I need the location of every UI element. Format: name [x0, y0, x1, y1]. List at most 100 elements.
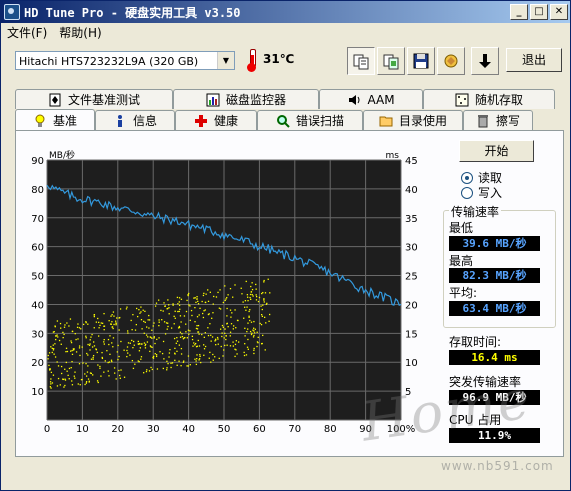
app-window: HD Tune Pro - 硬盘实用工具 v3.50 _ □ ✕ 文件(F) 帮…: [0, 0, 571, 491]
copy-text-button[interactable]: [347, 47, 375, 75]
tab-file-benchmark[interactable]: 文件基准测试: [15, 89, 173, 109]
access-point: [107, 370, 109, 372]
access-point: [198, 314, 200, 316]
write-radio[interactable]: 写入: [461, 184, 502, 201]
tab-erase[interactable]: 擦写: [463, 110, 533, 130]
access-point: [85, 321, 87, 323]
tab-disk-monitor[interactable]: 磁盘监控器: [173, 89, 319, 109]
access-point: [74, 333, 76, 335]
access-point: [233, 325, 235, 327]
access-point: [83, 323, 85, 326]
options-button[interactable]: [437, 47, 465, 75]
tab-aam[interactable]: AAM: [319, 89, 423, 109]
tab-info[interactable]: 信息: [95, 110, 175, 130]
access-point: [69, 318, 72, 320]
access-point: [66, 370, 68, 372]
access-point: [85, 337, 87, 339]
access-point: [179, 315, 182, 317]
access-point: [153, 322, 155, 324]
access-point: [229, 331, 232, 333]
access-point: [113, 323, 115, 326]
access-point: [103, 371, 105, 373]
access-point: [251, 282, 253, 284]
access-point: [140, 358, 142, 360]
maximize-icon[interactable]: □: [530, 4, 548, 20]
access-point: [219, 289, 221, 291]
start-button[interactable]: 开始: [459, 140, 534, 162]
access-point: [126, 346, 129, 348]
tab-random-access[interactable]: 随机存取: [423, 89, 555, 109]
access-point: [241, 293, 243, 295]
access-point: [234, 284, 236, 286]
access-point: [232, 345, 235, 347]
copy-image-button[interactable]: [377, 47, 405, 75]
arrow-down-icon: [479, 54, 491, 68]
access-point: [65, 350, 67, 353]
access-point: [189, 330, 191, 332]
access-point: [226, 322, 228, 325]
access-point: [245, 309, 247, 311]
access-point: [131, 339, 133, 342]
access-point: [49, 386, 52, 388]
access-point: [62, 378, 64, 380]
access-point: [188, 333, 190, 335]
access-point: [250, 285, 252, 288]
access-point: [91, 333, 93, 336]
chevron-down-icon[interactable]: ▼: [217, 52, 234, 69]
menu-file[interactable]: 文件(F): [7, 24, 47, 41]
access-point: [193, 342, 195, 344]
access-point: [95, 348, 97, 350]
access-point: [166, 369, 168, 371]
access-point: [185, 310, 188, 313]
access-point: [103, 329, 105, 331]
access-point: [176, 350, 178, 352]
access-point: [210, 361, 212, 363]
access-point: [142, 309, 144, 311]
access-point: [178, 310, 180, 313]
access-point: [207, 334, 210, 337]
tab-folder-usage[interactable]: 目录使用: [363, 110, 463, 130]
access-point: [63, 386, 65, 388]
close-icon[interactable]: ✕: [550, 4, 568, 20]
access-point: [118, 317, 120, 319]
access-point: [238, 341, 240, 343]
tab-benchmark[interactable]: 基准: [15, 109, 95, 131]
minimize-icon[interactable]: _: [510, 4, 528, 20]
access-point: [115, 320, 117, 322]
access-point: [262, 304, 264, 306]
access-point: [85, 375, 88, 377]
access-point: [151, 346, 153, 348]
access-point: [181, 335, 184, 338]
access-point: [195, 342, 197, 345]
access-point: [177, 303, 179, 305]
access-point: [52, 374, 55, 376]
menu-help[interactable]: 帮助(H): [59, 24, 101, 41]
access-point: [255, 299, 258, 301]
access-point: [59, 322, 62, 325]
save-button[interactable]: [407, 47, 435, 75]
download-button[interactable]: [471, 47, 499, 75]
access-point: [144, 344, 146, 347]
access-point: [187, 294, 189, 297]
access-point: [194, 358, 196, 360]
access-point: [179, 331, 182, 333]
access-point: [244, 306, 246, 308]
tab-label: 错误扫描: [295, 114, 344, 128]
tab-health[interactable]: 健康: [175, 110, 257, 130]
drive-select[interactable]: Hitachi HTS723232L9A (320 GB) ▼: [15, 51, 235, 70]
access-point: [144, 343, 147, 345]
access-point: [173, 323, 175, 325]
access-point: [67, 374, 69, 377]
access-point: [174, 317, 176, 319]
access-point: [250, 321, 253, 323]
access-point: [181, 333, 183, 335]
access-point: [76, 326, 79, 329]
info-icon: [113, 114, 127, 128]
exit-button[interactable]: 退出: [506, 48, 562, 72]
access-point: [204, 309, 206, 311]
access-point: [260, 343, 263, 345]
access-point: [243, 317, 245, 319]
access-point: [224, 285, 226, 287]
tab-error-scan[interactable]: 错误扫描: [257, 110, 363, 130]
access-point: [199, 355, 201, 358]
